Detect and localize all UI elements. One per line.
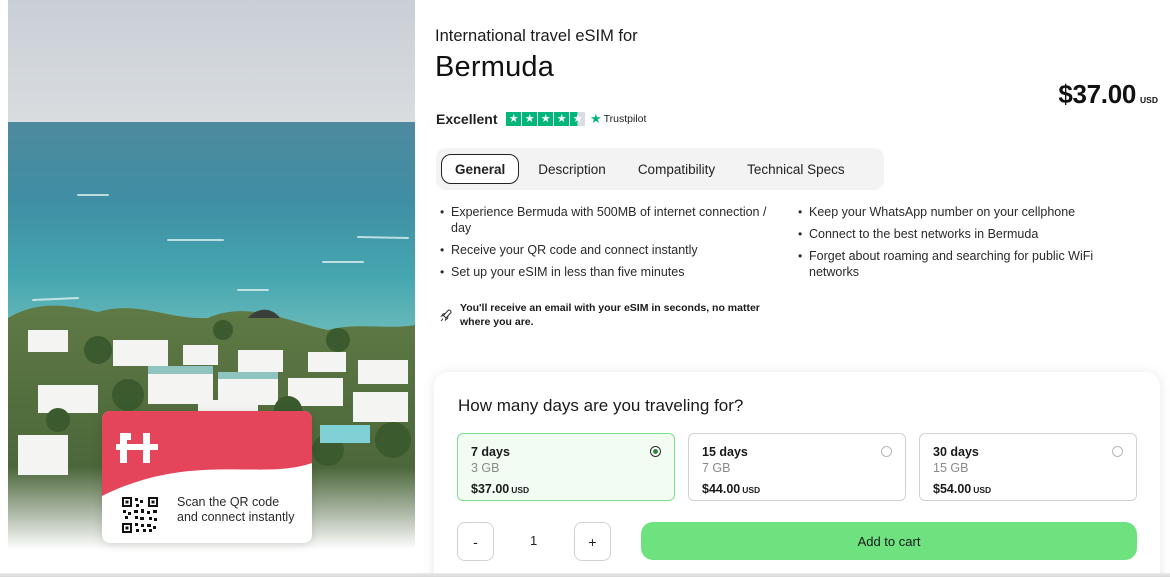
add-to-cart-button[interactable]: Add to cart: [641, 522, 1137, 560]
plan-price-currency: USD: [742, 485, 761, 495]
star-icon: ★: [522, 111, 537, 127]
product-price: $37.00 USD: [1058, 79, 1158, 110]
tab-description[interactable]: Description: [525, 154, 619, 184]
trustpilot-logo: ★ Trustpilot: [590, 111, 646, 127]
tab-general[interactable]: General: [441, 154, 520, 184]
plan-days: 15 days: [702, 445, 748, 459]
trustpilot-star-icon: ★: [589, 111, 602, 126]
plan-days: 7 days: [471, 445, 510, 459]
rating-label: Excellent: [436, 111, 498, 127]
tab-technical-specs[interactable]: Technical Specs: [734, 154, 858, 184]
quantity-value: 1: [530, 533, 538, 548]
holafly-logo-icon: [116, 433, 158, 463]
feature-item: Keep your WhatsApp number on your cellph…: [798, 205, 1138, 221]
plan-price-currency: USD: [511, 485, 530, 495]
feature-item: Forget about roaming and searching for p…: [798, 249, 1138, 280]
esim-card: Scan the QR code and connect instantly: [102, 411, 312, 543]
plan-price-value: $44.00: [702, 482, 741, 496]
plan-option-30-days[interactable]: 30 days 15 GB $54.00 USD: [919, 433, 1137, 501]
star-icon: ★: [506, 111, 521, 127]
product-tabs: General Description Compatibility Techni…: [436, 148, 884, 190]
plan-selector-title: How many days are you traveling for?: [458, 396, 744, 415]
plan-price: $37.00 USD: [471, 482, 529, 496]
feature-list-right: Keep your WhatsApp number on your cellph…: [798, 205, 1138, 287]
feature-item: Receive your QR code and connect instant…: [440, 243, 785, 259]
plan-selector: How many days are you traveling for? 7 d…: [434, 372, 1160, 577]
feature-item: Connect to the best networks in Bermuda: [798, 227, 1138, 243]
price-amount: $37.00: [1058, 79, 1137, 109]
quantity-decrease-button[interactable]: -: [457, 522, 494, 561]
trustpilot-wordmark: Trustpilot: [603, 113, 647, 125]
feature-item: Set up your eSIM in less than five minut…: [440, 265, 785, 281]
rocket-icon: [440, 309, 452, 322]
radio-unselected[interactable]: [1112, 446, 1123, 457]
plan-data: 7 GB: [702, 461, 731, 475]
tab-compatibility[interactable]: Compatibility: [625, 154, 728, 184]
feature-item: Experience Bermuda with 500MB of interne…: [440, 205, 785, 236]
plan-price-value: $54.00: [933, 482, 972, 496]
plan-price-value: $37.00: [471, 482, 510, 496]
star-icon: ★: [538, 111, 553, 127]
hero-image: Scan the QR code and connect instantly: [8, 0, 415, 577]
qr-code-icon: [122, 497, 158, 533]
feature-list-left: Experience Bermuda with 500MB of interne…: [440, 205, 785, 287]
plan-price: $54.00 USD: [933, 482, 991, 496]
product-subtitle: International travel eSIM for: [435, 27, 638, 45]
plan-days: 30 days: [933, 445, 979, 459]
plan-option-15-days[interactable]: 15 days 7 GB $44.00 USD: [688, 433, 906, 501]
star-icon: ★: [554, 111, 569, 127]
bottom-scroll-edge: [0, 573, 1170, 577]
radio-unselected[interactable]: [881, 446, 892, 457]
trustpilot-rating[interactable]: Excellent ★ ★ ★ ★ ★ ★ Trustpilot: [436, 111, 646, 127]
plan-data: 3 GB: [471, 461, 500, 475]
radio-selected[interactable]: [650, 446, 661, 457]
price-currency: USD: [1140, 95, 1158, 105]
plan-data: 15 GB: [933, 461, 969, 475]
plan-option-7-days[interactable]: 7 days 3 GB $37.00 USD: [457, 433, 675, 501]
quantity-increase-button[interactable]: +: [574, 522, 611, 561]
plan-price-currency: USD: [973, 485, 992, 495]
card-caption: Scan the QR code and connect instantly: [177, 495, 295, 524]
note-text: You'll receive an email with your eSIM i…: [460, 302, 760, 328]
product-title: Bermuda: [435, 51, 555, 83]
plan-price: $44.00 USD: [702, 482, 760, 496]
delivery-note: You'll receive an email with your eSIM i…: [440, 302, 780, 329]
rating-stars: ★ ★ ★ ★ ★: [506, 111, 585, 127]
half-star-icon: ★: [570, 111, 585, 127]
